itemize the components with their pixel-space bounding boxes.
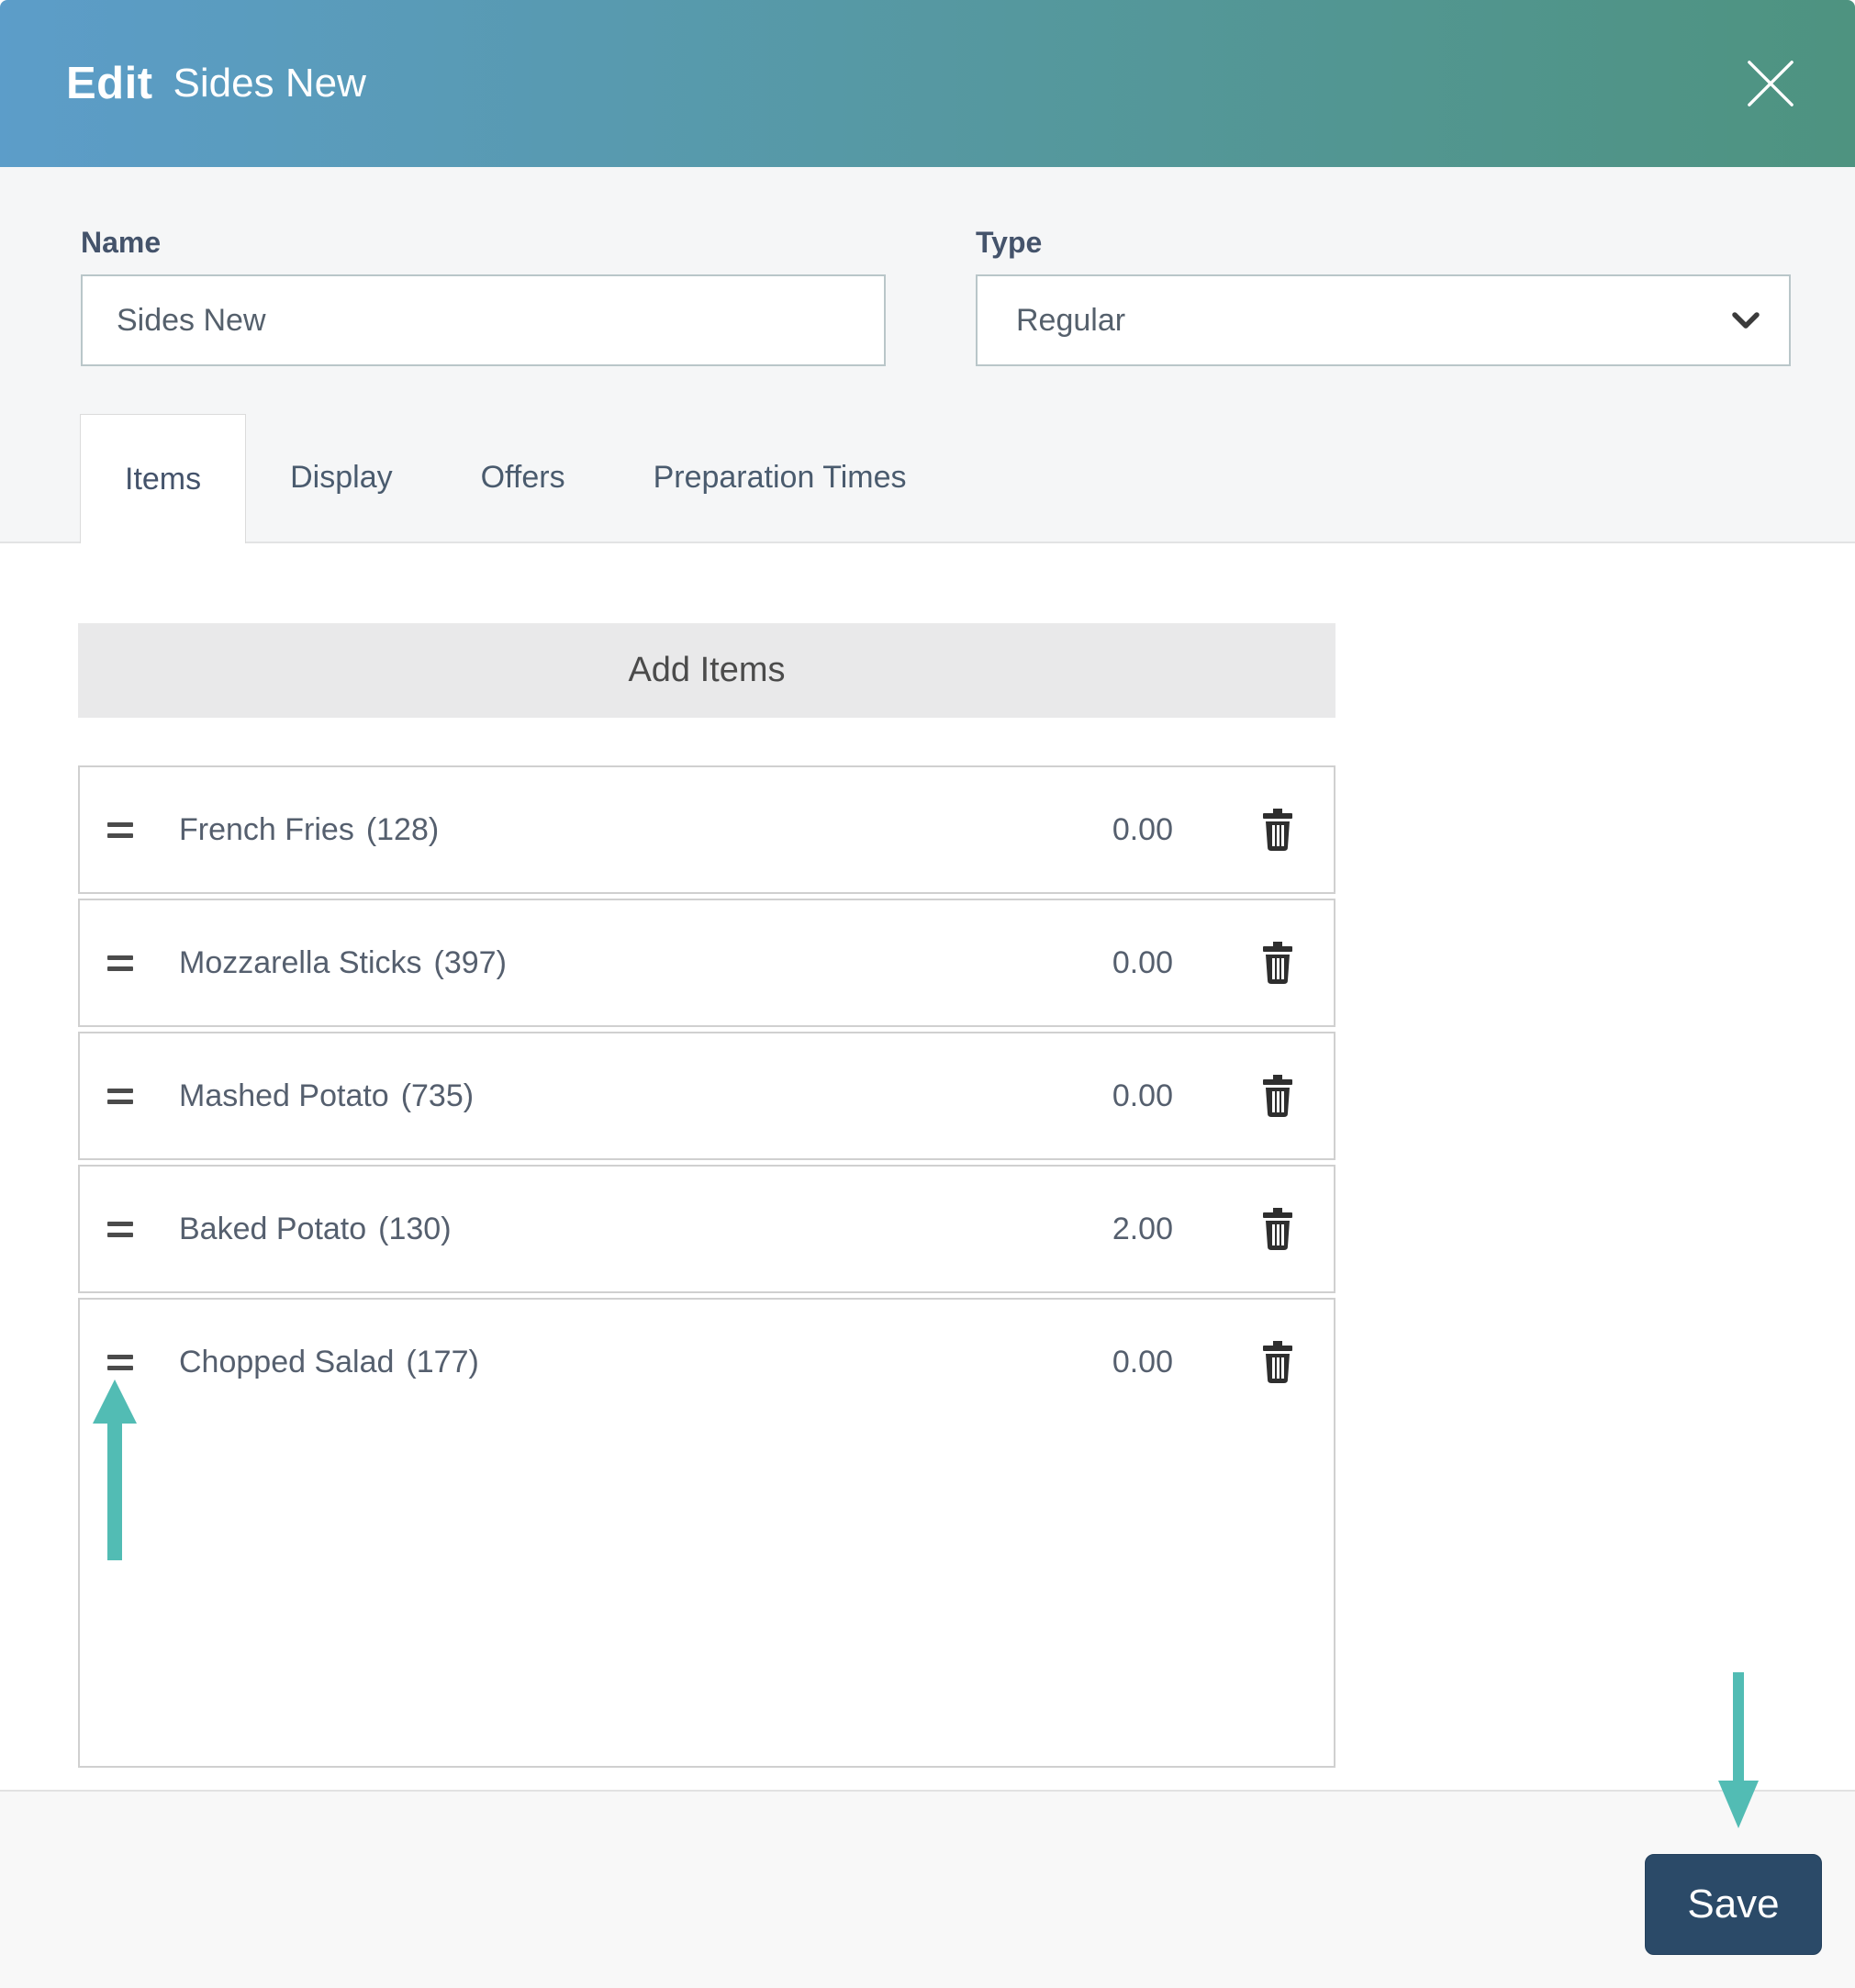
item-row: Mozzarella Sticks (397) 0.00 [78, 899, 1335, 1027]
delete-item-button[interactable] [1260, 942, 1295, 984]
add-items-button[interactable]: Add Items [78, 623, 1335, 718]
trash-icon [1260, 1341, 1295, 1386]
item-name: Mozzarella Sticks (397) [179, 944, 507, 980]
item-price: 2.00 [1112, 1211, 1173, 1246]
edit-category-modal: Edit Sides New Name Type Regular [0, 0, 1855, 1988]
modal-header: Edit Sides New [0, 0, 1855, 167]
type-field-group: Type Regular [976, 226, 1791, 366]
delete-item-button[interactable] [1260, 809, 1295, 851]
item-price: 0.00 [1112, 944, 1173, 980]
item-name: Baked Potato (130) [179, 1211, 452, 1246]
modal-footer: Save [0, 1790, 1855, 1988]
name-label: Name [81, 226, 162, 259]
item-code: (128) [365, 811, 440, 847]
down-arrow-annotation [1717, 1672, 1760, 1828]
tab-offers[interactable]: Offers [437, 414, 609, 542]
name-field-group: Name [81, 226, 886, 366]
form-area: Name Type Regular Items Display Offers [0, 167, 1855, 543]
trash-icon [1260, 1208, 1295, 1253]
trash-icon [1260, 1075, 1295, 1120]
item-code: (397) [433, 944, 507, 980]
item-row: Chopped Salad (177) 0.00 [78, 1298, 1335, 1768]
delete-item-button[interactable] [1260, 1208, 1295, 1250]
chevron-down-icon [1732, 311, 1760, 329]
drag-handle-icon[interactable] [107, 821, 133, 838]
drag-handle-icon[interactable] [107, 1354, 133, 1370]
save-button[interactable]: Save [1645, 1854, 1822, 1955]
item-price: 0.00 [1112, 1078, 1173, 1113]
tab-preparation-times[interactable]: Preparation Times [609, 414, 951, 542]
trash-icon [1260, 942, 1295, 987]
trash-icon [1260, 809, 1295, 854]
close-button[interactable] [1739, 52, 1802, 115]
up-arrow-annotation [92, 1379, 138, 1560]
item-row: French Fries (128) 0.00 [78, 765, 1335, 894]
delete-item-button[interactable] [1260, 1341, 1295, 1383]
type-select[interactable]: Regular [976, 274, 1791, 366]
modal-title-prefix: Edit [66, 59, 153, 108]
item-row: Mashed Potato (735) 0.00 [78, 1032, 1335, 1160]
name-input[interactable] [81, 274, 886, 366]
item-price: 0.00 [1112, 1344, 1173, 1379]
fields-row: Name Type Regular [0, 167, 1855, 366]
item-price: 0.00 [1112, 811, 1173, 847]
tab-items[interactable]: Items [80, 414, 247, 543]
tab-bar: Items Display Offers Preparation Times [0, 414, 1855, 543]
item-code: (130) [378, 1211, 452, 1246]
item-name: Mashed Potato (735) [179, 1078, 475, 1113]
drag-handle-icon[interactable] [107, 1088, 133, 1104]
item-name: French Fries (128) [179, 811, 440, 847]
delete-item-button[interactable] [1260, 1075, 1295, 1117]
item-code: (177) [406, 1344, 479, 1379]
drag-handle-icon[interactable] [107, 955, 133, 971]
item-code: (735) [400, 1078, 475, 1113]
tab-display[interactable]: Display [246, 414, 436, 542]
drag-handle-icon[interactable] [107, 1221, 133, 1237]
item-row: Baked Potato (130) 2.00 [78, 1165, 1335, 1293]
items-tab-panel: Add Items French Fries (128) 0.00 Mozzar… [0, 623, 1855, 1768]
type-label: Type [976, 226, 1043, 259]
modal-title: Sides New [173, 61, 366, 106]
type-select-value: Regular [1016, 302, 1126, 338]
close-icon [1745, 61, 1796, 112]
items-list: French Fries (128) 0.00 Mozzarella Stick… [78, 765, 1335, 1768]
item-name: Chopped Salad (177) [179, 1344, 479, 1379]
